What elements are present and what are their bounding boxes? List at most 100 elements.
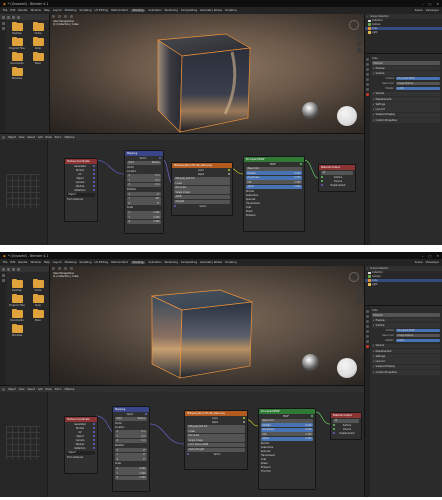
modifier-tab-icon[interactable] [366,88,369,91]
socket-icon[interactable] [144,413,147,415]
tab-sculpting[interactable]: Sculpting [79,9,91,12]
shader-node-editor[interactable]: Object View Select Add Node Slot 1 Mater… [0,385,364,497]
pan-icon[interactable] [357,293,362,298]
folder-item[interactable]: Windows [8,66,26,80]
scene-tab-icon[interactable] [366,73,369,76]
material-tab-icon[interactable] [366,345,369,348]
tab-modeling[interactable]: Modeling [65,9,77,12]
location-x-field[interactable]: X0 m [115,429,147,434]
folder-item[interactable]: Home [29,278,47,292]
socket-icon[interactable] [92,423,95,425]
section-custom-properties[interactable]: Custom Properties [372,118,440,123]
metallic-field[interactable]: Metallic 0.000 [261,423,313,428]
mapping-type-tabs[interactable]: Point Texture [115,416,147,421]
section-preview[interactable]: Preview [372,65,440,71]
menu-file[interactable]: File [3,261,7,264]
section-settings[interactable]: Settings [372,354,440,359]
section-line-art[interactable]: Line Art [372,107,440,112]
alpha-mode-dropdown[interactable]: Straight [174,199,230,204]
scale-x-field[interactable]: X 1.000 [115,466,147,471]
shader-node-editor[interactable]: Object View Select Add Node Slot 1 Mater… [0,133,364,245]
world-tab-icon[interactable] [366,330,369,333]
tab-shading[interactable]: Shading [130,9,146,12]
tool-tab-icon[interactable] [366,58,369,61]
scale-z-field[interactable]: Z 1.000 [127,219,161,224]
socket-icon[interactable] [92,173,95,175]
navigation-gizmo[interactable] [349,272,359,282]
base-color-input[interactable]: Image Texture [396,81,440,86]
tab-scripting[interactable]: Scripting [225,9,237,12]
camera-icon[interactable] [357,300,362,305]
scale-y-field[interactable]: Y 1.000 [127,215,161,220]
image-texture-node[interactable]: Milkyway(4k).nhfs.4K_stars.png Color Alp… [184,410,248,470]
mapping-node[interactable]: Mapping Vector Point Texture Vector Locat… [124,150,164,234]
socket-icon[interactable] [333,432,335,435]
material-tab-icon[interactable] [366,93,369,96]
tab-texture-paint[interactable]: Texture Paint [111,9,128,12]
ior-field[interactable]: IOR 1.450 [261,432,313,437]
interpolation-dropdown[interactable]: Linear [174,181,230,186]
mapping-node[interactable]: Mapping Vector Point Texture Vector Locat… [112,406,150,492]
navigation-gizmo[interactable] [349,20,359,30]
location-z-field[interactable]: Z0 m [127,182,161,187]
socket-icon[interactable] [93,435,95,437]
folder-item[interactable]: temp [29,36,47,50]
3d-viewport[interactable]: User Perspective (1) Collection | Cube [50,266,364,385]
socket-icon[interactable] [242,421,245,423]
3d-viewport[interactable]: User Perspective (1) Collection | Cube [50,14,364,133]
principled-bsdf-node[interactable]: Principled BSDF BSDF Base Color Metallic… [258,408,316,490]
folder-item[interactable]: Home [29,21,47,35]
section-settings[interactable]: Settings [372,102,440,107]
menu-render[interactable]: Render [18,261,27,264]
socket-icon[interactable] [93,181,95,183]
folder-item[interactable]: Windows [8,323,26,337]
section-displacement[interactable]: Displacement [372,348,440,354]
socket-icon[interactable] [310,415,313,417]
interpolation-dropdown[interactable]: Linear [187,429,245,434]
modifier-tab-icon[interactable] [366,340,369,343]
rotation-x-field[interactable]: X 0° [127,192,161,197]
folder-item[interactable]: Music [29,51,47,65]
socket-icon[interactable] [321,184,323,187]
location-y-field[interactable]: Y0 m [127,178,161,183]
menu-edit[interactable]: Edit [10,9,15,12]
tool-tab-icon[interactable] [366,310,369,313]
socket-icon[interactable] [92,427,95,429]
menu-window[interactable]: Window [31,261,41,264]
zoom-icon[interactable] [357,34,362,39]
projection-dropdown[interactable]: Box Scale [174,185,230,190]
forward-icon[interactable] [7,15,10,19]
image-selector[interactable]: Milkyway-6s3.hdr [187,424,245,429]
section-volume[interactable]: Volume [372,91,440,97]
alpha-field[interactable]: Alpha 1.000 [261,436,313,441]
scene-tab-icon[interactable] [366,325,369,328]
tab-geometry-nodes[interactable]: Geometry Nodes [200,261,222,264]
metallic-input[interactable]: 0.000 [396,86,440,91]
roughness-field[interactable]: Roughness 0.500 [261,427,313,432]
target-dropdown[interactable]: All [321,170,353,175]
subsection-emission[interactable]: Emission [244,214,304,218]
target-dropdown[interactable]: All [333,418,359,423]
socket-icon[interactable] [92,165,95,167]
menu-help[interactable]: Help [44,9,50,12]
base-color-field[interactable]: Base Color [261,418,313,423]
folder-item[interactable]: Documents [8,51,26,65]
socket-icon[interactable] [93,177,95,179]
filter-icon[interactable]: ⌕ [367,267,368,270]
folder-item[interactable]: Music [29,308,47,322]
extension-dropdown[interactable]: Single Image [174,190,230,195]
roughness-field[interactable]: Roughness 0.500 [246,175,302,180]
surface-shader-field[interactable]: Principled BSDF [396,76,440,81]
scene-selector[interactable]: Scene [415,9,423,12]
rotation-z-field[interactable]: Z 0° [127,201,161,206]
object-tab-icon[interactable] [366,83,369,86]
back-icon[interactable] [2,15,5,19]
subsection-thin-film[interactable]: Thin Film [259,470,315,474]
forward-icon[interactable] [7,267,10,271]
socket-icon[interactable] [92,169,95,171]
socket-icon[interactable] [243,417,245,419]
menu-edit[interactable]: Edit [10,261,15,264]
base-color-field[interactable]: Base Color [246,166,302,171]
output-tab-icon[interactable] [366,68,369,71]
section-preview[interactable]: Preview [372,317,440,323]
